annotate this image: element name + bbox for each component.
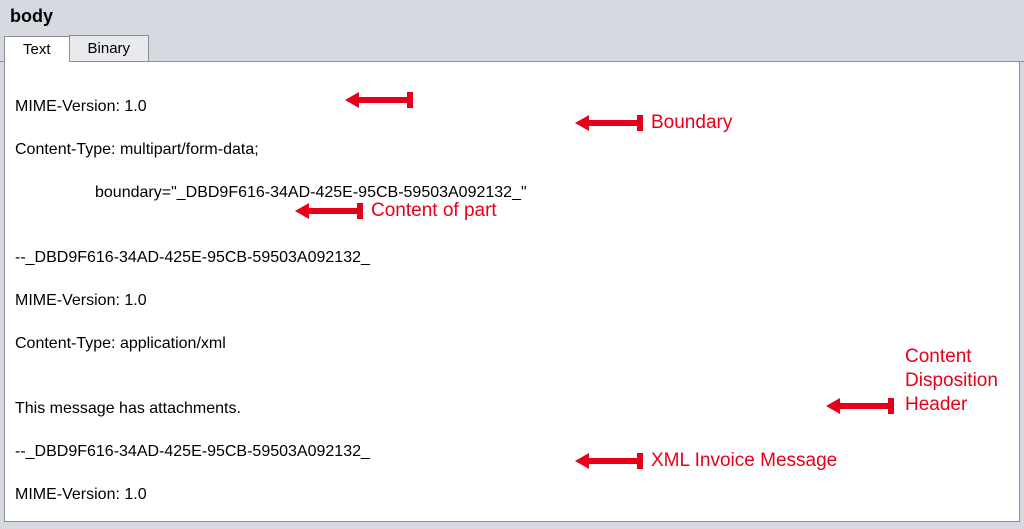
tab-binary[interactable]: Binary <box>69 35 150 61</box>
text-line: MIME-Version: 1.0 <box>15 484 1009 506</box>
tab-bar: Text Binary <box>0 35 1024 62</box>
text-line: --_DBD9F616-34AD-425E-95CB-59503A092132_ <box>15 247 1009 269</box>
text-line: MIME-Version: 1.0 <box>15 290 1009 312</box>
text-line: Content-Type: application/xml <box>15 333 1009 355</box>
text-line: Content-Type: multipart/form-data; <box>15 139 1009 161</box>
content-panel: MIME-Version: 1.0 Content-Type: multipar… <box>4 62 1020 522</box>
body-content[interactable]: MIME-Version: 1.0 Content-Type: multipar… <box>15 74 1009 522</box>
tab-text[interactable]: Text <box>4 36 70 62</box>
text-line: --_DBD9F616-34AD-425E-95CB-59503A092132_ <box>15 441 1009 463</box>
text-line: boundary="_DBD9F616-34AD-425E-95CB-59503… <box>15 182 1009 204</box>
panel-title: body <box>0 0 1024 35</box>
text-line: MIME-Version: 1.0 <box>15 96 1009 118</box>
text-line: This message has attachments. <box>15 398 1009 420</box>
